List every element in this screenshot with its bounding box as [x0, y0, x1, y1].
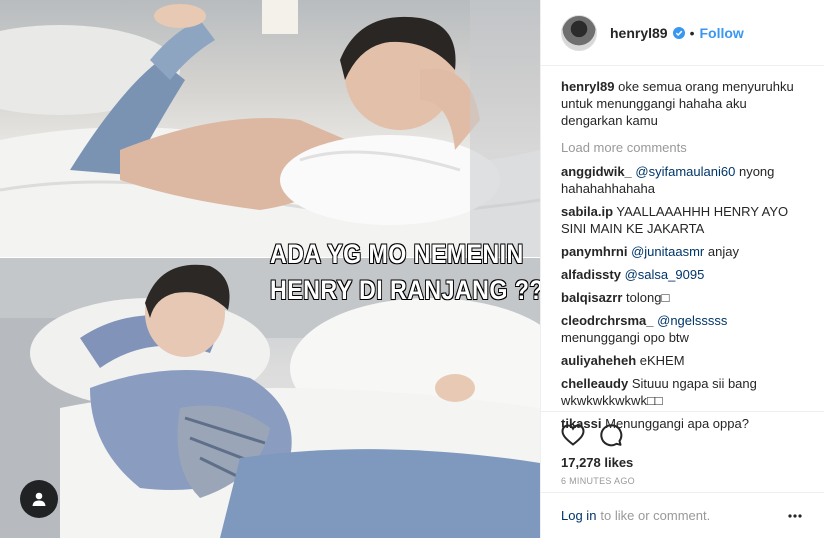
comment-mention[interactable]: @syifamaulani60 — [635, 164, 735, 179]
comment-username[interactable]: balqisazrr — [561, 290, 622, 305]
comment-item: panymhrni @junitaasmr anjay — [561, 243, 807, 260]
comment-mention[interactable]: @salsa_9095 — [625, 267, 705, 282]
comment-mention[interactable]: @ngelsssss — [657, 313, 727, 328]
comment-username[interactable]: anggidwik_ — [561, 164, 632, 179]
comment-mention[interactable]: @junitaasmr — [631, 244, 704, 259]
follow-button[interactable]: Follow — [700, 25, 744, 41]
comment-item: alfadissty @salsa_9095 — [561, 266, 807, 283]
action-icons-row — [561, 420, 805, 450]
post-caption: henryl89 oke semua orang menyuruhku untu… — [561, 78, 807, 129]
post-sidebar: henryl89 • Follow henryl89 oke semua ora… — [540, 0, 824, 538]
comment-text: menunggangi opo btw — [561, 330, 689, 345]
comments-list: henryl89 oke semua orang menyuruhku untu… — [561, 78, 807, 438]
like-button[interactable] — [561, 423, 585, 447]
comment-item: auliyaheheh eKHEM — [561, 352, 807, 369]
login-link[interactable]: Log in — [561, 508, 596, 523]
comment-text: tolong□ — [626, 290, 670, 305]
post-timestamp: 6 MINUTES AGO — [561, 476, 635, 486]
login-prompt-text: to like or comment. — [600, 508, 711, 523]
login-bar: Log in to like or comment. — [541, 492, 824, 538]
comment-text: anjay — [707, 244, 739, 259]
heart-icon — [561, 424, 585, 446]
comment-username[interactable]: chelleaudy — [561, 376, 628, 391]
comment-text: eKHEM — [639, 353, 685, 368]
comment-container: anggidwik_ @syifamaulani60 nyong hahahah… — [561, 163, 807, 432]
more-options-icon — [788, 513, 802, 518]
header-username[interactable]: henryl89 — [610, 25, 668, 41]
user-tag-icon — [32, 492, 46, 506]
comment-item: balqisazrr tolong□ — [561, 289, 807, 306]
header-separator: • — [689, 24, 695, 41]
instagram-post: ADA YG MO NEMENIN HENRY DI RANJANG ??? h… — [0, 0, 824, 538]
verified-badge-icon — [672, 26, 685, 39]
likes-count[interactable]: 17,278 likes — [561, 455, 805, 470]
comment-username[interactable]: auliyaheheh — [561, 353, 636, 368]
avatar[interactable] — [561, 14, 597, 51]
comment-item: anggidwik_ @syifamaulani60 nyong hahahah… — [561, 163, 807, 197]
comment-item: sabila.ip YAALLAAAHHH HENRY AYO SINI MAI… — [561, 203, 807, 237]
post-media[interactable]: ADA YG MO NEMENIN HENRY DI RANJANG ??? — [0, 0, 540, 538]
comment-item: chelleaudy Situuu ngapa sii bang wkwkwkk… — [561, 375, 807, 409]
meme-overlay-text: ADA YG MO NEMENIN HENRY DI RANJANG ??? — [269, 236, 540, 308]
comment-username[interactable]: alfadissty — [561, 267, 621, 282]
photo-top-illustration — [0, 0, 540, 258]
comment-username[interactable]: sabila.ip — [561, 204, 613, 219]
more-options-button[interactable] — [785, 506, 805, 526]
comment-username[interactable]: cleodrchrsma_ — [561, 313, 654, 328]
caption-username[interactable]: henryl89 — [561, 79, 614, 94]
user-tag-button[interactable] — [20, 480, 58, 518]
load-more-comments-link[interactable]: Load more comments — [561, 139, 807, 156]
comment-icon — [600, 424, 623, 447]
comment-item: cleodrchrsma_ @ngelsssss menunggangi opo… — [561, 312, 807, 346]
photo-top — [0, 0, 540, 258]
post-header: henryl89 • Follow — [541, 0, 824, 66]
comment-username[interactable]: panymhrni — [561, 244, 627, 259]
meme-overlay-line-1: ADA YG MO NEMENIN — [269, 238, 524, 270]
meme-overlay-line-2: HENRY DI RANJANG ??? — [269, 274, 540, 306]
post-actions: 17,278 likes 6 MINUTES AGO — [541, 411, 824, 486]
comment-button[interactable] — [599, 423, 623, 447]
